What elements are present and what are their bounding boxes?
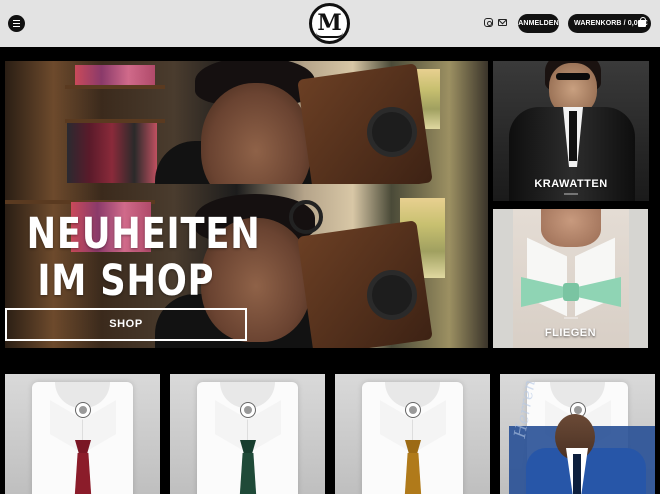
category-tile-krawatten[interactable]: KRAWATTEN <box>493 61 649 201</box>
logo-swoosh <box>316 32 343 38</box>
instagram-icon[interactable] <box>484 18 493 27</box>
sunglasses-icon <box>556 73 590 80</box>
shopping-bag-icon <box>638 17 646 27</box>
tile-label-krawatten: KRAWATTEN <box>534 178 608 190</box>
model-tie <box>573 454 581 494</box>
tile-divider <box>564 193 578 195</box>
bowtie-knot <box>563 283 579 301</box>
mail-icon[interactable] <box>498 19 507 26</box>
collar-button <box>76 403 90 417</box>
site-logo[interactable]: M <box>309 3 350 44</box>
hero-title-line2: IM SHOP <box>37 256 215 306</box>
hero-title: NEUHEITEN IM SHOP <box>26 209 261 306</box>
product-card[interactable] <box>335 374 490 494</box>
model-chin <box>541 209 601 247</box>
collar-button <box>241 403 255 417</box>
product-card[interactable]: Herren <box>500 374 655 494</box>
site-header: M ANMELDEN WARENKORB / 0,00 € <box>0 0 660 47</box>
category-tile-fliegen[interactable]: FLIEGEN <box>493 209 648 348</box>
shop-button[interactable]: SHOP <box>5 308 247 341</box>
hero-title-line1: NEUHEITEN <box>26 209 261 259</box>
hero-banner[interactable]: NEUHEITEN IM SHOP SHOP <box>5 61 488 348</box>
login-button[interactable]: ANMELDEN <box>518 14 559 33</box>
cart-button[interactable]: WARENKORB / 0,00 € <box>568 14 651 33</box>
tile-divider <box>563 317 578 319</box>
menu-icon[interactable] <box>8 15 25 32</box>
product-card[interactable] <box>170 374 325 494</box>
collar-button <box>406 403 420 417</box>
cart-label: WARENKORB / 0,00 € <box>574 20 648 27</box>
model-tie <box>569 111 577 161</box>
tile-label-fliegen: FLIEGEN <box>544 327 597 339</box>
product-card[interactable] <box>5 374 160 494</box>
hero-photo-top <box>5 61 488 204</box>
